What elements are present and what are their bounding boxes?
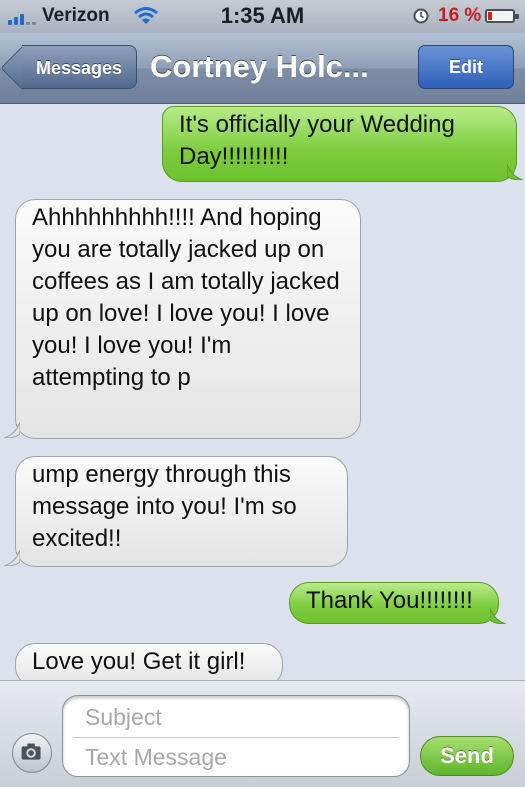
incoming-message[interactable]: ump energy through this message into you…: [15, 456, 348, 567]
battery-level: [488, 12, 492, 20]
message-thread[interactable]: It's officially your Wedding Day!!!!!!!!…: [0, 104, 525, 680]
battery-percent: 16 %: [438, 5, 482, 26]
edit-button[interactable]: Edit: [418, 45, 514, 89]
text-message-input[interactable]: Text Message: [85, 740, 395, 774]
camera-button[interactable]: [12, 733, 52, 773]
status-bar: Verizon 1:35 AM 16 %: [0, 0, 525, 33]
message-text: It's officially your Wedding Day!!!!!!!!…: [179, 111, 455, 170]
message-text: Ahhhhhhhhh!!!! And hoping you are totall…: [32, 204, 340, 391]
camera-icon: [21, 743, 41, 760]
message-text: Love you! Get it girl!: [32, 648, 246, 675]
outgoing-message[interactable]: It's officially your Wedding Day!!!!!!!!…: [162, 106, 517, 182]
compose-field[interactable]: Subject Text Message: [62, 695, 410, 777]
bubble-tail: [490, 608, 506, 624]
send-button[interactable]: Send: [420, 736, 514, 776]
field-divider: [73, 737, 399, 738]
alarm-icon: [413, 8, 429, 24]
subject-input[interactable]: Subject: [85, 700, 395, 734]
bubble-tail: [4, 550, 20, 566]
message-text: Thank You!!!!!!!!: [306, 587, 473, 614]
messages-back-button[interactable]: Messages: [22, 45, 137, 89]
navigation-bar: Messages Cortney Holc... Edit: [0, 33, 525, 104]
incoming-message[interactable]: Love you! Get it girl!: [15, 643, 283, 680]
bubble-tail: [4, 422, 20, 438]
outgoing-message[interactable]: Thank You!!!!!!!!: [289, 582, 499, 624]
battery-icon: [485, 9, 519, 23]
message-text: ump energy through this message into you…: [32, 461, 297, 552]
bubble-tail: [507, 164, 523, 180]
incoming-message[interactable]: Ahhhhhhhhh!!!! And hoping you are totall…: [15, 199, 361, 439]
conversation-title: Cortney Holc...: [150, 49, 369, 84]
